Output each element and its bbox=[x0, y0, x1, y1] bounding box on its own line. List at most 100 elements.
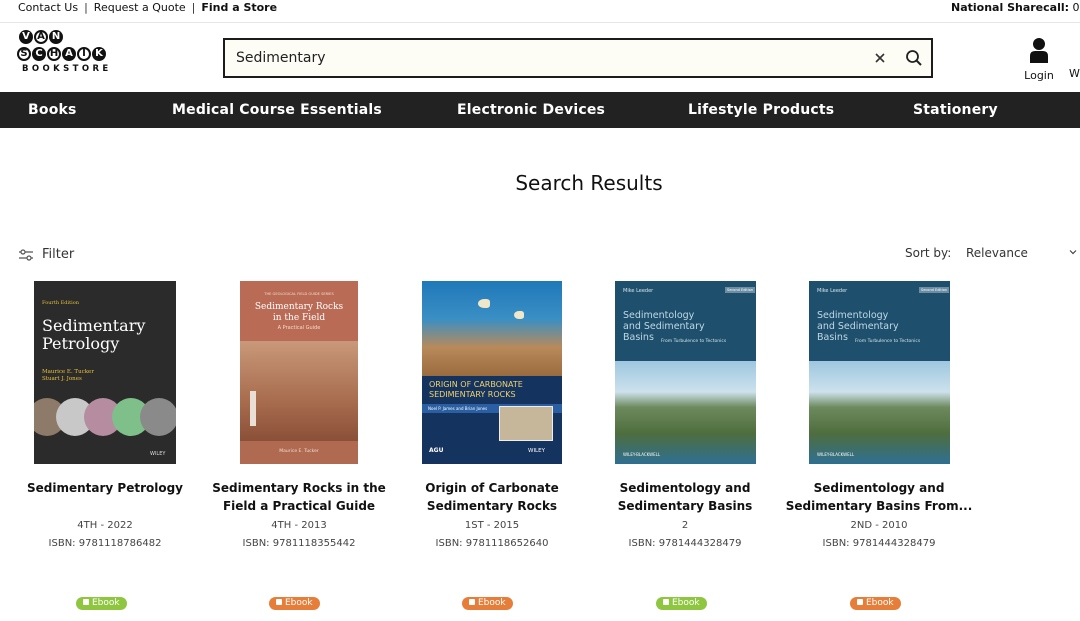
product-isbn: ISBN: 9781118786482 bbox=[48, 538, 162, 549]
product-title[interactable]: Sedimentology and Sedimentary Basins Fro… bbox=[782, 479, 976, 515]
ebook-icon bbox=[469, 599, 475, 605]
cover-subtitle: A Practical Guide bbox=[277, 325, 321, 331]
cover-title: Sedimentary Rocks in the Field bbox=[240, 302, 358, 324]
product-title[interactable]: Sedimentology and Sedimentary Basins bbox=[588, 479, 782, 515]
logo-subtitle: BOOKSTORE bbox=[22, 64, 112, 74]
cover-title-line: Sedimentary Rocks bbox=[254, 302, 344, 312]
product-edition: 1ST - 2015 bbox=[464, 520, 520, 531]
cover-subtitle: From Turbulence to Tectonics bbox=[855, 339, 921, 344]
cover-title-line: in the Field bbox=[272, 313, 326, 323]
logo-letter: N bbox=[49, 30, 63, 44]
logo-letter: S bbox=[17, 47, 31, 61]
ebook-badge: Ebook bbox=[76, 597, 127, 610]
divider bbox=[0, 22, 1080, 23]
product-edition: 4TH - 2022 bbox=[77, 520, 133, 531]
separator: | bbox=[191, 1, 196, 14]
filter-label: Filter bbox=[42, 247, 75, 262]
cover-authors: Noel P. James and Brian Jones bbox=[428, 406, 488, 411]
logo-letter: H bbox=[47, 47, 61, 61]
book-cover-image[interactable]: Fourth Edition Sedimentary Petrology Mau… bbox=[34, 281, 176, 464]
book-cover-image[interactable]: Mike Leeder Second Edition Sedimentology… bbox=[809, 281, 950, 464]
product-isbn: ISBN: 9781444328479 bbox=[822, 538, 936, 549]
cover-edition: Fourth Edition bbox=[42, 300, 79, 306]
badge-label: Ebook bbox=[92, 598, 120, 608]
product-edition: 2ND - 2010 bbox=[850, 520, 908, 531]
badge-label: Ebook bbox=[672, 598, 700, 608]
product-title[interactable]: Origin of Carbonate Sedimentary Rocks bbox=[395, 479, 589, 515]
cover-landscape-photo bbox=[615, 361, 756, 464]
ebook-badge: Ebook bbox=[462, 597, 513, 610]
wishlist-label[interactable]: Wi bbox=[1069, 67, 1080, 80]
store-logo[interactable]: V A N S C H A I K BOOKSTORE bbox=[17, 30, 137, 82]
utility-links: Contact Us | Request a Quote | Find a Store bbox=[18, 0, 277, 15]
cover-author: Stuart J. Jones bbox=[42, 376, 82, 382]
cover-title-line: Sedimentology bbox=[817, 310, 889, 321]
separator: | bbox=[84, 1, 88, 14]
product-isbn: ISBN: 9781118355442 bbox=[242, 538, 356, 549]
cover-series: THE GEOLOGICAL FIELD GUIDE SERIES bbox=[264, 292, 334, 296]
ebook-badge: Ebook bbox=[656, 597, 707, 610]
cover-reef-photo bbox=[422, 281, 562, 376]
cover-title-line: Petrology bbox=[42, 334, 120, 353]
nav-item-stationery[interactable]: Stationery bbox=[913, 102, 998, 118]
logo-letter: K bbox=[92, 47, 106, 61]
cover-title-line: and Sedimentary bbox=[623, 321, 705, 332]
cover-landscape-photo bbox=[809, 361, 950, 464]
cover-publisher: WILEY bbox=[528, 448, 545, 454]
find-store-link[interactable]: Find a Store bbox=[201, 0, 277, 15]
cover-publisher: WILEY bbox=[150, 451, 166, 457]
user-icon bbox=[1030, 38, 1048, 63]
cover-title-line: Sedimentology bbox=[623, 310, 695, 321]
logo-letter: A bbox=[62, 47, 76, 61]
sharecall-label: National Sharecall: bbox=[951, 1, 1070, 14]
ebook-badge: Ebook bbox=[269, 597, 320, 610]
contact-us-link[interactable]: Contact Us bbox=[18, 0, 78, 15]
ebook-icon bbox=[83, 599, 89, 605]
cover-author: Mike Leeder bbox=[817, 288, 848, 294]
close-icon[interactable] bbox=[870, 48, 890, 68]
cover-thin-sections bbox=[34, 396, 176, 442]
product-title[interactable]: Sedimentary Rocks in the Field a Practic… bbox=[202, 479, 396, 515]
cover-edition: Second Edition bbox=[725, 287, 756, 293]
login-button[interactable]: Login bbox=[1020, 37, 1058, 82]
page-title: Search Results bbox=[515, 171, 663, 195]
book-cover-image[interactable]: THE GEOLOGICAL FIELD GUIDE SERIES Sedime… bbox=[240, 281, 358, 464]
product-title[interactable]: Sedimentary Petrology bbox=[8, 479, 202, 497]
cover-title-line: and Sedimentary bbox=[817, 321, 899, 332]
nav-item-electronic-devices[interactable]: Electronic Devices bbox=[457, 102, 605, 118]
book-cover-image[interactable]: ORIGIN OF CARBONATE SEDIMENTARY ROCKS No… bbox=[422, 281, 562, 464]
cover-publisher: WILEY-BLACKWELL bbox=[817, 452, 855, 457]
nav-item-medical-course-essentials[interactable]: Medical Course Essentials bbox=[172, 102, 382, 118]
cover-author: Mike Leeder bbox=[623, 288, 654, 294]
request-quote-link[interactable]: Request a Quote bbox=[94, 0, 186, 15]
badge-label: Ebook bbox=[285, 598, 313, 608]
filter-icon bbox=[19, 248, 33, 261]
sort-select[interactable]: Relevance bbox=[966, 246, 1028, 260]
login-label: Login bbox=[1024, 69, 1054, 82]
sort-control[interactable]: Sort by: Relevance bbox=[905, 246, 1077, 260]
product-edition: 4TH - 2013 bbox=[271, 520, 327, 531]
cover-authors: Maurice E. Tucker Stuart J. Jones bbox=[42, 369, 94, 383]
cover-title-line: SEDIMENTARY ROCKS bbox=[429, 390, 516, 399]
badge-label: Ebook bbox=[478, 598, 506, 608]
main-nav: Books Medical Course Essentials Electron… bbox=[0, 92, 1080, 128]
nav-item-books[interactable]: Books bbox=[28, 102, 77, 118]
cover-title-line: Sedimentary bbox=[42, 316, 146, 335]
nav-item-lifestyle-products[interactable]: Lifestyle Products bbox=[688, 102, 834, 118]
filter-button[interactable]: Filter bbox=[18, 247, 74, 262]
cover-publisher: WILEY-BLACKWELL bbox=[623, 452, 661, 457]
sharecall-info: National Sharecall: 0860 bbox=[951, 0, 1080, 15]
cover-author: Maurice E. Tucker bbox=[279, 449, 319, 454]
sharecall-number[interactable]: 0860 bbox=[1073, 1, 1080, 14]
logo-letter: V bbox=[19, 30, 33, 44]
search-input[interactable] bbox=[236, 48, 836, 68]
search-icon[interactable] bbox=[904, 48, 924, 68]
cover-title: ORIGIN OF CARBONATE SEDIMENTARY ROCKS bbox=[429, 380, 523, 400]
product-isbn: ISBN: 9781118652640 bbox=[435, 538, 549, 549]
book-cover-image[interactable]: Mike Leeder Second Edition Sedimentology… bbox=[615, 281, 756, 464]
cover-rock-photo bbox=[240, 341, 358, 441]
cover-author: Maurice E. Tucker bbox=[42, 369, 94, 375]
sort-label: Sort by: bbox=[905, 246, 952, 260]
cover-edition: Second Edition bbox=[919, 287, 950, 293]
chevron-down-icon[interactable] bbox=[1068, 247, 1078, 257]
